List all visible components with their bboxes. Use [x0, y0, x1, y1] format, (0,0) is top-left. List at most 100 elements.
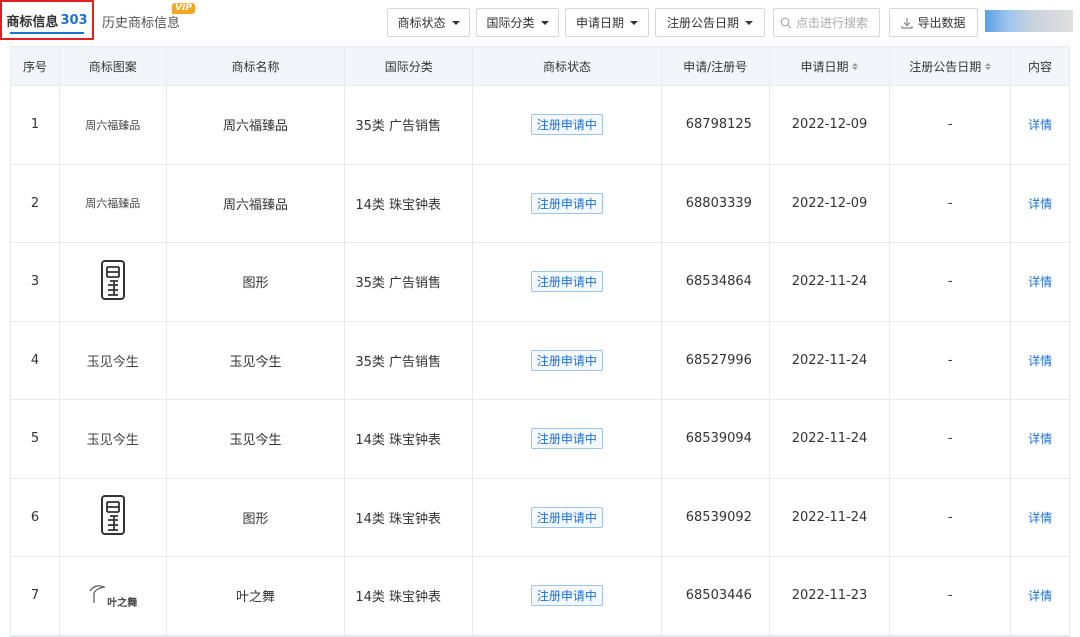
cell-apply-date: 2022-11-24: [770, 400, 891, 478]
sort-icon[interactable]: [852, 62, 859, 70]
detail-link[interactable]: 详情: [1028, 195, 1052, 212]
cell-logo: 周六福臻品: [60, 164, 167, 242]
filter-publish-date[interactable]: 注册公告日期: [655, 8, 765, 37]
trademark-logo-text: 叶之舞: [107, 597, 138, 609]
table-row: 3 图形 35类 广告销售 注册申请中 68534864 2022-11-24- 详情: [11, 243, 1069, 322]
trademark-logo-text: 周六福臻品: [85, 118, 141, 132]
export-button-label: 导出数据: [917, 16, 966, 30]
seal-logo-icon: [100, 259, 126, 305]
cell-pub-date: -: [890, 478, 1012, 556]
cell-class: 14类 珠宝钟表: [345, 164, 474, 242]
cell-pub-date: -: [890, 400, 1012, 478]
table-row: 4 玉见今生 玉见今生 35类 广告销售 注册申请中 68527996 2022-11-24…: [11, 321, 1069, 400]
col-header-apply-date[interactable]: 申请日期: [770, 47, 891, 85]
col-header-pub-date[interactable]: 注册公告日期: [890, 47, 1012, 85]
cell-name: 图形: [167, 243, 346, 321]
col-header-status: 商标状态: [473, 47, 662, 85]
cell-status: 注册申请中: [473, 478, 662, 556]
cell-action: 详情: [1011, 400, 1069, 478]
tab-history-trademark[interactable]: 历史商标信息: [102, 12, 180, 31]
table-row: 1 周六福臻品 周六福臻品 35类 广告销售 注册申请中 68798125 2022-12-…: [11, 86, 1069, 165]
table-row: 5 玉见今生 玉见今生 14类 珠宝钟表 注册申请中 68539094 2022-11-24…: [11, 400, 1069, 479]
avatar[interactable]: [985, 10, 1073, 32]
cell-index: 7: [11, 557, 60, 635]
status-badge: 注册申请中: [530, 506, 603, 528]
cell-apply-date: 2022-11-24: [770, 243, 891, 321]
cell-index: 1: [11, 86, 60, 164]
seal-logo-icon: [100, 494, 126, 540]
cell-pub-date: -: [890, 243, 1012, 321]
cell-apply-date: 2022-11-24: [770, 321, 891, 399]
chevron-down-icon: [745, 20, 753, 25]
status-badge: 注册申请中: [530, 271, 603, 293]
cell-index: 6: [11, 478, 60, 556]
chevron-down-icon: [540, 20, 549, 25]
cell-reg-no: 68539092: [662, 478, 770, 556]
col-header-class: 国际分类: [345, 47, 474, 85]
sort-icon[interactable]: [985, 62, 992, 70]
chevron-down-icon: [630, 20, 638, 25]
cell-name: 玉见今生: [167, 400, 346, 478]
filter-trademark-status[interactable]: 商标状态: [387, 8, 470, 37]
tab-trademark-info[interactable]: 商标信息 303: [0, 0, 94, 40]
cell-logo: 周六福臻品: [60, 86, 167, 164]
col-header-reg-no: 申请/注册号: [662, 47, 770, 85]
cell-status: 注册申请中: [473, 400, 662, 478]
col-header-index: 序号: [11, 47, 60, 85]
active-tab-indicator: [10, 32, 84, 34]
trademark-logo-text: 玉见今生: [86, 433, 139, 449]
cell-action: 详情: [1011, 243, 1069, 321]
cell-logo: 叶之舞: [60, 557, 167, 635]
filter-international-class[interactable]: 国际分类: [476, 8, 559, 37]
status-badge: 注册申请中: [530, 192, 603, 214]
cell-action: 详情: [1011, 86, 1069, 164]
trademark-logo: 叶之舞: [88, 583, 137, 609]
cell-reg-no: 68803339: [662, 164, 770, 242]
detail-link[interactable]: 详情: [1028, 587, 1052, 604]
cell-class: 35类 广告销售: [345, 321, 474, 399]
table-row: 7 叶之舞 叶之舞 14类 珠宝钟表 注册申请中 68503446 2022-11-23- 详…: [11, 557, 1069, 636]
status-badge: 注册申请中: [530, 349, 603, 371]
leaf-icon: [88, 583, 107, 609]
cell-status: 注册申请中: [473, 557, 662, 635]
search-input[interactable]: 点击进行搜索: [773, 8, 880, 37]
toolbar: 商标信息 303 历史商标信息 VIP 商标状态 国际分类 申请日期 注册公告日…: [0, 0, 1080, 42]
cell-pub-date: -: [890, 321, 1012, 399]
cell-action: 详情: [1011, 165, 1069, 243]
col-header-content: 内容: [1028, 59, 1053, 74]
cell-logo: 玉见今生: [60, 321, 167, 399]
cell-index: 2: [11, 164, 60, 242]
cell-name: 图形: [167, 478, 346, 556]
chevron-down-icon: [451, 20, 460, 25]
cell-index: 5: [11, 400, 60, 478]
cell-class: 14类 珠宝钟表: [345, 557, 474, 635]
cell-name: 周六福臻品: [167, 164, 346, 242]
export-button[interactable]: 导出数据: [889, 8, 978, 37]
col-header-logo: 商标图案: [60, 47, 167, 85]
cell-status: 注册申请中: [473, 86, 662, 164]
cell-pub-date: -: [890, 557, 1012, 635]
detail-link[interactable]: 详情: [1028, 430, 1052, 447]
detail-link[interactable]: 详情: [1028, 509, 1052, 526]
cell-logo: [60, 243, 167, 321]
cell-reg-no: 68539094: [662, 400, 770, 478]
cell-action: 详情: [1011, 322, 1069, 400]
cell-pub-date: -: [890, 86, 1012, 164]
detail-link[interactable]: 详情: [1028, 273, 1052, 290]
cell-reg-no: 68534864: [662, 243, 770, 321]
cell-apply-date: 2022-12-09: [770, 86, 891, 164]
trademark-logo-text: 玉见今生: [86, 354, 139, 370]
status-badge: 注册申请中: [530, 114, 603, 136]
cell-status: 注册申请中: [473, 321, 662, 399]
cell-pub-date: -: [890, 164, 1012, 242]
detail-link[interactable]: 详情: [1028, 352, 1052, 369]
cell-action: 详情: [1011, 557, 1069, 635]
cell-reg-no: 68798125: [662, 86, 770, 164]
search-placeholder: 点击进行搜索: [796, 16, 869, 30]
detail-link[interactable]: 详情: [1028, 116, 1052, 133]
cell-index: 3: [11, 243, 60, 321]
col-header-name: 商标名称: [167, 47, 346, 85]
cell-class: 35类 广告销售: [345, 86, 474, 164]
filter-apply-date[interactable]: 申请日期: [565, 8, 649, 37]
col-header-pub-date-label: 注册公告日期: [909, 59, 982, 74]
